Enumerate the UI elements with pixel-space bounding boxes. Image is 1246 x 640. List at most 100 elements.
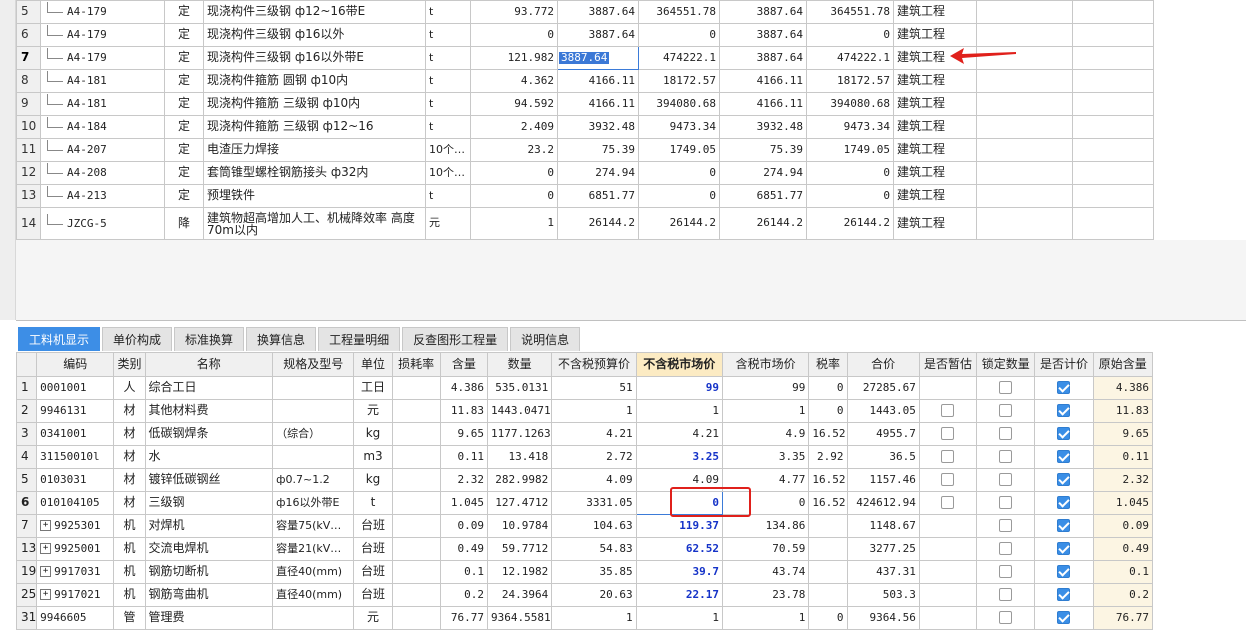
quota-name[interactable]: 现浇构件箍筋 三级钢 ф12~16 xyxy=(203,115,426,139)
resource-budget-price[interactable]: 20.63 xyxy=(551,583,637,607)
resource-loss-rate[interactable] xyxy=(391,537,441,561)
resource-name[interactable]: 交流电焊机 xyxy=(144,537,274,561)
tab-4[interactable]: 工程量明细 xyxy=(318,327,401,351)
empty-cell[interactable] xyxy=(976,138,1073,162)
quota-type[interactable]: 定 xyxy=(164,161,204,185)
quota-name[interactable]: 现浇构件三级钢 ф16以外 xyxy=(203,23,426,47)
resource-row[interactable]: 3 0341001 材低碳钢焊条 （综合） kg 9.65 1177.1263 4.21 4.2… xyxy=(15,422,1154,446)
resource-budget-price[interactable]: 4.09 xyxy=(551,468,637,492)
quota-unit-price-editing[interactable]: 3887.64 xyxy=(557,46,639,70)
quota-total-2[interactable]: 26144.2 xyxy=(806,207,894,240)
quota-profession[interactable]: 建筑工程 xyxy=(893,92,977,116)
resource-original-content[interactable]: 4.386 xyxy=(1092,376,1154,400)
row-number[interactable]: 9 xyxy=(16,92,41,116)
quota-profession[interactable]: 建筑工程 xyxy=(893,23,977,47)
quota-unit-price[interactable]: 3887.64 xyxy=(557,23,639,47)
resource-market-price[interactable]: 119.37 xyxy=(635,514,724,538)
empty-cell[interactable] xyxy=(1072,23,1154,47)
row-number[interactable]: 5 xyxy=(16,0,41,24)
resource-code-cell[interactable]: 010104105 xyxy=(36,491,115,515)
lock-quantity-checkbox[interactable] xyxy=(999,381,1013,395)
quota-total-2[interactable]: 1749.05 xyxy=(806,138,894,162)
resource-unit[interactable]: 工日 xyxy=(353,376,393,400)
resource-market-price[interactable]: 22.17 xyxy=(635,583,724,607)
header-6[interactable]: 含量 xyxy=(439,352,488,377)
empty-cell[interactable] xyxy=(1072,115,1154,139)
resource-original-content[interactable]: 0.1 xyxy=(1092,560,1154,584)
provisional-checkbox[interactable] xyxy=(941,473,955,487)
resource-tax-market-price[interactable]: 0 xyxy=(721,491,810,515)
quota-row[interactable]: 8 A4-181 定现浇构件箍筋 圆钢 ф10内 t 4.362 4166.11 18172… xyxy=(16,69,1235,93)
quota-row[interactable]: 12 A4-208 定套筒锥型螺栓钢筋接头 ф32内 10个… 0 274.94 0 274.… xyxy=(16,161,1235,185)
quota-unit-price[interactable]: 26144.2 xyxy=(557,207,639,240)
resource-category[interactable]: 机 xyxy=(113,537,146,561)
resource-spec[interactable]: 容量75(kV… xyxy=(272,514,355,538)
resource-category[interactable]: 材 xyxy=(113,491,146,515)
resource-content[interactable]: 76.77 xyxy=(439,606,488,630)
quota-quantity[interactable]: 0 xyxy=(470,161,558,185)
tab-2[interactable]: 标准换算 xyxy=(174,327,245,351)
quota-type[interactable]: 定 xyxy=(164,184,204,208)
resource-name[interactable]: 对焊机 xyxy=(144,514,274,538)
is-priced-checkbox[interactable] xyxy=(1057,611,1071,625)
quota-unit[interactable]: t xyxy=(425,184,471,208)
empty-cell[interactable] xyxy=(976,69,1073,93)
row-number[interactable]: 10 xyxy=(16,115,41,139)
is-priced-cell[interactable] xyxy=(1034,445,1094,469)
resource-tax-market-price[interactable]: 4.77 xyxy=(721,468,810,492)
tab-1[interactable]: 单价构成 xyxy=(102,327,173,351)
row-number[interactable]: 25 xyxy=(15,583,38,607)
is-priced-checkbox[interactable] xyxy=(1057,427,1071,441)
quota-total[interactable]: 394080.68 xyxy=(638,92,720,116)
quota-total[interactable]: 1749.05 xyxy=(638,138,720,162)
is-priced-cell[interactable] xyxy=(1034,399,1094,423)
quota-type[interactable]: 定 xyxy=(164,115,204,139)
quota-quantity[interactable]: 0 xyxy=(470,184,558,208)
quota-unit-price[interactable]: 4166.11 xyxy=(557,92,639,116)
row-number[interactable]: 6 xyxy=(16,23,41,47)
resource-quantity[interactable]: 59.7712 xyxy=(486,537,553,561)
quota-unit-price-2[interactable]: 3932.48 xyxy=(719,115,807,139)
resource-budget-price[interactable]: 1 xyxy=(551,606,637,630)
resource-budget-price[interactable]: 35.85 xyxy=(551,560,637,584)
resource-row[interactable]: 25 +9917021 机钢筋弯曲机 直径40(mm) 台班 0.2 24.3964 20.6… xyxy=(15,583,1154,607)
is-priced-checkbox[interactable] xyxy=(1057,473,1071,487)
resource-budget-price[interactable]: 2.72 xyxy=(551,445,637,469)
provisional-cell[interactable] xyxy=(918,583,978,607)
resource-tax-rate[interactable] xyxy=(808,560,848,584)
row-number[interactable]: 7 xyxy=(15,514,38,538)
quota-row[interactable]: 7 A4-179 定现浇构件三级钢 ф16以外带E t 121.982 3887.64 47… xyxy=(16,46,1235,70)
quota-row[interactable]: 14 JZCG-5 降建筑物超高增加人工、机械降效率 高度70m以内元 1 26144.… xyxy=(16,207,1235,240)
quota-quantity[interactable]: 4.362 xyxy=(470,69,558,93)
quota-unit[interactable]: t xyxy=(425,23,471,47)
resource-market-price[interactable]: 99 xyxy=(635,376,724,400)
resource-original-content[interactable]: 2.32 xyxy=(1092,468,1154,492)
quota-row[interactable]: 6 A4-179 定现浇构件三级钢 ф16以外 t 0 3887.64 0 3887.64 0 建… xyxy=(16,23,1235,47)
empty-cell[interactable] xyxy=(976,23,1073,47)
resource-name[interactable]: 钢筋弯曲机 xyxy=(144,583,274,607)
header-4[interactable]: 单位 xyxy=(353,352,393,377)
resource-content[interactable]: 0.2 xyxy=(439,583,488,607)
provisional-cell[interactable] xyxy=(918,560,978,584)
tab-6[interactable]: 说明信息 xyxy=(510,327,581,351)
quota-unit-price-2[interactable]: 4166.11 xyxy=(719,69,807,93)
resource-row[interactable]: 2 9946131 材其他材料费元 11.83 1443.0471 1 1 1 0 1443.05… xyxy=(15,399,1154,423)
resource-budget-price[interactable]: 1 xyxy=(551,399,637,423)
quota-unit-price[interactable]: 4166.11 xyxy=(557,69,639,93)
resource-loss-rate[interactable] xyxy=(391,583,441,607)
empty-cell[interactable] xyxy=(1072,69,1154,93)
quota-quantity[interactable]: 1 xyxy=(470,207,558,240)
resource-unit[interactable]: 元 xyxy=(353,606,393,630)
quota-type[interactable]: 定 xyxy=(164,0,204,24)
resource-unit[interactable]: kg xyxy=(353,422,393,446)
quota-total-2[interactable]: 18172.57 xyxy=(806,69,894,93)
resource-quantity[interactable]: 127.4712 xyxy=(486,491,553,515)
quota-profession[interactable]: 建筑工程 xyxy=(893,69,977,93)
resource-tax-rate[interactable]: 16.52 xyxy=(808,491,848,515)
provisional-cell[interactable] xyxy=(918,422,978,446)
quota-quantity[interactable]: 94.592 xyxy=(470,92,558,116)
provisional-cell[interactable] xyxy=(918,537,978,561)
is-priced-checkbox[interactable] xyxy=(1057,588,1071,602)
resource-market-price[interactable]: 3.25 xyxy=(635,445,724,469)
empty-cell[interactable] xyxy=(1072,92,1154,116)
